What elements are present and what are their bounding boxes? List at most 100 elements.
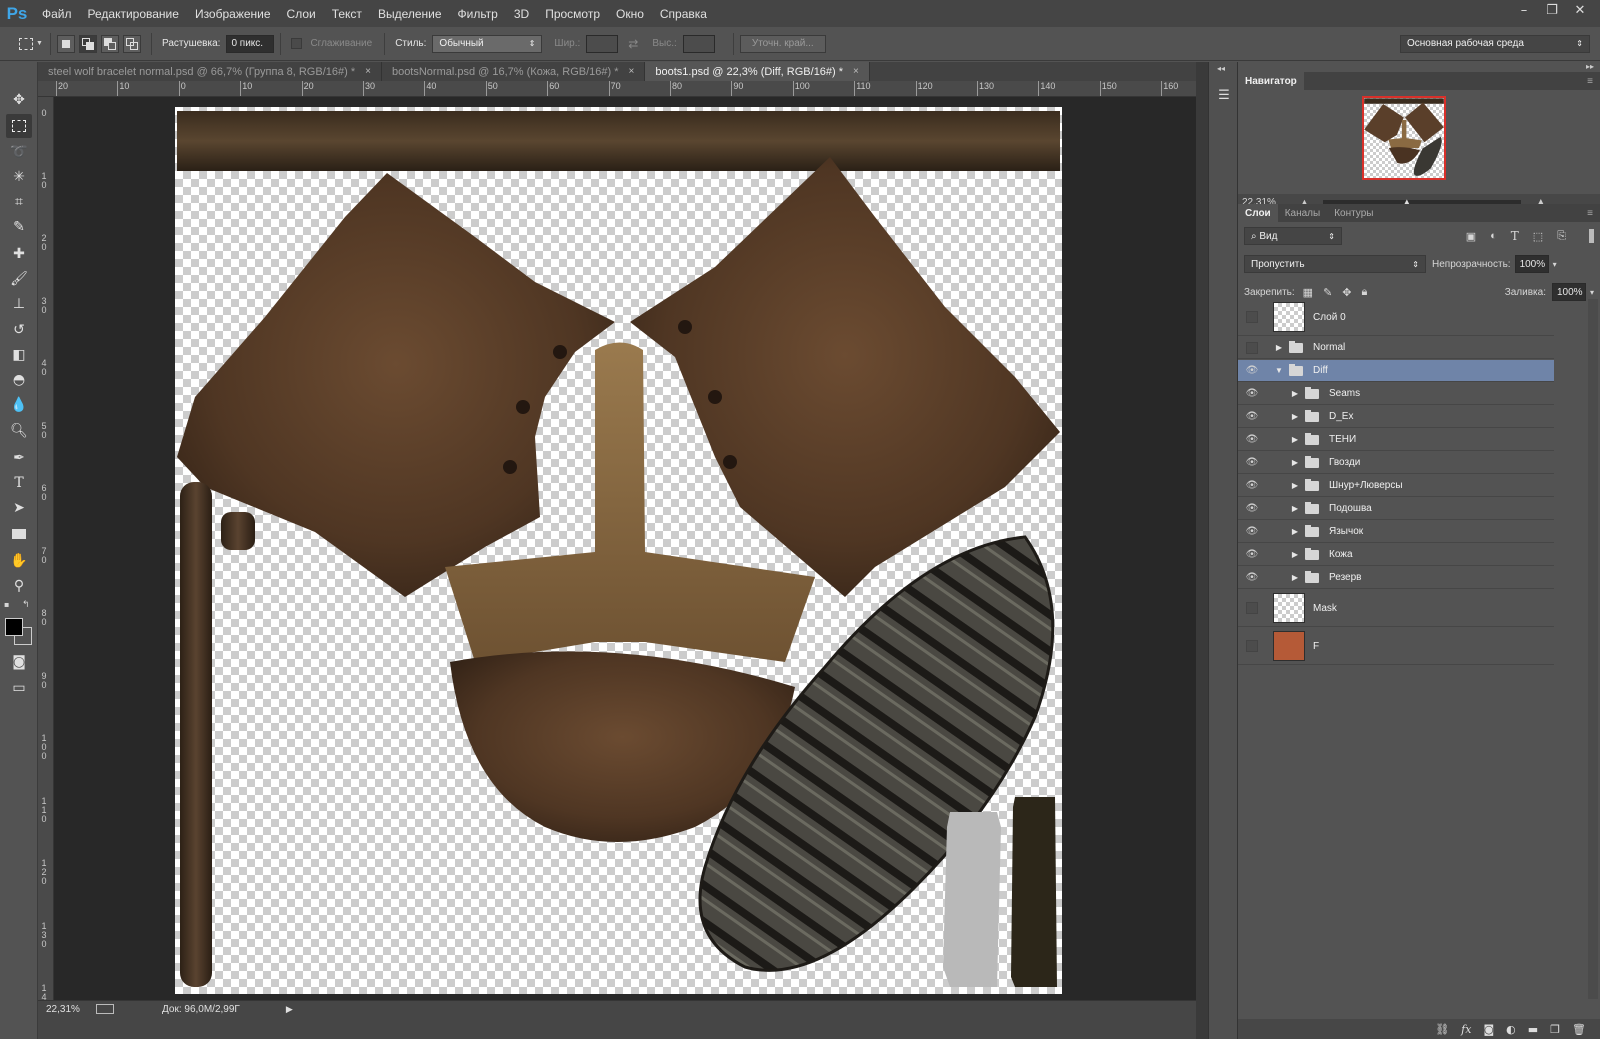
layer-row[interactable]: 👁︎ ▶ Резерв (1238, 567, 1554, 589)
eye-icon[interactable]: 👁︎ (1243, 548, 1261, 562)
status-preview-icon[interactable] (96, 1004, 114, 1014)
swap-dimensions-icon[interactable]: ⇄ (628, 37, 638, 51)
clone-stamp-tool-icon[interactable]: ⊥ (6, 292, 32, 316)
tab-boots1[interactable]: boots1.psd @ 22,3% (Diff, RGB/16#) * × (645, 62, 870, 81)
tab-boots-normal[interactable]: bootsNormal.psd @ 16,7% (Кожа, RGB/16#) … (381, 62, 646, 81)
subtract-from-selection-button[interactable] (101, 34, 119, 53)
layer-row[interactable]: 👁︎ ▶ D_Ex (1238, 406, 1554, 428)
eye-icon[interactable]: 👁︎ (1243, 387, 1261, 401)
add-to-selection-button[interactable] (79, 34, 97, 53)
expand-right-icon[interactable]: ▶ (1289, 504, 1301, 513)
visibility-toggle[interactable] (1246, 640, 1258, 652)
workspace-select[interactable]: Основная рабочая среда ⇕ (1400, 34, 1590, 53)
filter-type-icon[interactable]: T (1511, 229, 1519, 243)
horizontal-ruler[interactable]: 20 10 0 10 20 30 40 50 60 70 80 90 100 110 120 130 140 15… (38, 81, 1196, 97)
chevron-down-icon[interactable]: ▾ (1553, 260, 1557, 269)
layer-row[interactable]: 👁︎ ▼ Diff (1238, 360, 1554, 382)
filter-toggle-icon[interactable] (1589, 229, 1594, 243)
lock-pixels-icon[interactable]: ✎ (1323, 286, 1332, 299)
visibility-toggle[interactable] (1246, 311, 1258, 323)
menu-item[interactable]: Файл (34, 7, 80, 21)
lasso-tool-icon[interactable]: ➰ (6, 140, 32, 164)
filter-adjustment-icon[interactable]: ◐ (1490, 230, 1497, 242)
menu-item[interactable]: Текст (324, 7, 370, 21)
expand-right-icon[interactable]: ▶ (1289, 481, 1301, 490)
expand-right-icon[interactable]: ▶ (1289, 527, 1301, 536)
layer-row[interactable]: 👁︎ ▶ Гвозди (1238, 452, 1554, 474)
magic-wand-tool-icon[interactable]: ✳ (6, 165, 32, 189)
filter-pixel-icon[interactable]: ▣ (1466, 230, 1476, 243)
new-group-icon[interactable]: ▬ (1528, 1023, 1538, 1036)
screen-mode-icon[interactable]: ▭ (6, 676, 32, 700)
status-menu-arrow-icon[interactable]: ▶ (286, 1004, 293, 1015)
dodge-tool-icon[interactable]: 🔍︎ (6, 419, 32, 443)
width-input[interactable] (586, 34, 619, 53)
zoom-tool-icon[interactable]: ⚲ (6, 574, 32, 598)
menu-item[interactable]: 3D (506, 7, 537, 21)
paint-bucket-tool-icon[interactable]: ◓ (6, 368, 32, 392)
layer-style-icon[interactable]: fx (1461, 1023, 1471, 1036)
fill-input[interactable]: 100% (1551, 283, 1586, 301)
expand-down-icon[interactable]: ▼ (1273, 366, 1285, 375)
delete-layer-icon[interactable]: 🗑︎ (1572, 1023, 1586, 1036)
lock-position-icon[interactable]: ✥ (1342, 286, 1351, 299)
layer-row[interactable]: F (1238, 628, 1554, 665)
chevron-down-icon[interactable]: ▾ (1590, 288, 1594, 297)
layer-row[interactable]: 👁︎ ▶ ТЕНИ (1238, 429, 1554, 451)
eye-icon[interactable]: 👁︎ (1243, 502, 1261, 516)
expand-right-icon[interactable]: ▶ (1289, 412, 1301, 421)
lock-all-icon[interactable]: 🔒︎ (1362, 286, 1368, 299)
expand-right-icon[interactable]: ▶ (1289, 573, 1301, 582)
rectangle-tool-icon[interactable] (6, 522, 32, 546)
layer-row[interactable]: Mask (1238, 590, 1554, 627)
adjustment-layer-icon[interactable]: ◐ (1506, 1023, 1516, 1036)
quick-mask-icon[interactable]: ◙ (6, 650, 32, 674)
tab-layers[interactable]: Слои (1238, 204, 1278, 222)
layer-row[interactable]: Слой 0 (1238, 299, 1554, 336)
layer-filter-select[interactable]: ⌕ Вид ⇕ (1244, 227, 1342, 245)
intersect-selection-button[interactable] (123, 34, 141, 53)
crop-tool-icon[interactable]: ⌗ (6, 190, 32, 214)
menu-item[interactable]: Изображение (187, 7, 279, 21)
filter-shape-icon[interactable]: ⬚ (1533, 230, 1543, 243)
eye-icon[interactable]: 👁︎ (1243, 571, 1261, 585)
refine-edge-button[interactable]: Уточн. край... (739, 34, 826, 53)
canvas-area[interactable] (54, 97, 1196, 1000)
eye-icon[interactable]: 👁︎ (1243, 364, 1261, 378)
healing-brush-tool-icon[interactable]: ✚ (6, 242, 32, 266)
close-icon[interactable]: × (365, 66, 371, 77)
expand-panels-icon[interactable]: ▸▸ (1586, 62, 1594, 71)
expand-right-icon[interactable]: ▶ (1273, 343, 1285, 352)
visibility-toggle[interactable] (1246, 341, 1258, 354)
panel-menu-icon[interactable]: ≡ (1580, 204, 1600, 222)
collapse-panels-icon[interactable]: ◂◂ (1217, 64, 1225, 73)
close-icon[interactable]: × (853, 66, 859, 77)
feather-input[interactable]: 0 пикс. (226, 34, 275, 53)
visibility-toggle[interactable] (1246, 602, 1258, 614)
minimize-button[interactable]: – (1510, 0, 1538, 20)
move-tool-icon[interactable]: ✥ (6, 88, 32, 112)
layers-scrollbar[interactable] (1588, 299, 1598, 999)
menu-item[interactable]: Слои (279, 7, 324, 21)
menu-item[interactable]: Окно (608, 7, 652, 21)
expand-right-icon[interactable]: ▶ (1289, 389, 1301, 398)
vertical-ruler[interactable]: 0 10 20 30 40 50 60 70 80 90 100 110 120 130 140 (38, 97, 54, 1000)
close-icon[interactable]: × (629, 66, 635, 77)
menu-item[interactable]: Просмотр (537, 7, 608, 21)
expand-right-icon[interactable]: ▶ (1289, 435, 1301, 444)
brush-tool-icon[interactable]: 🖌 (6, 267, 32, 291)
eye-icon[interactable]: 👁︎ (1243, 433, 1261, 447)
menu-item[interactable]: Фильтр (450, 7, 506, 21)
restore-button[interactable]: ❐ (1538, 0, 1566, 20)
close-button[interactable]: ✕ (1566, 0, 1594, 20)
foreground-color-swatch[interactable] (5, 618, 23, 636)
new-layer-icon[interactable]: ❐ (1550, 1023, 1560, 1036)
layer-row[interactable]: 👁︎ ▶ Язычок (1238, 521, 1554, 543)
pen-tool-icon[interactable]: ✒ (6, 446, 32, 470)
layer-row[interactable]: 👁︎ ▶ Seams (1238, 383, 1554, 405)
link-layers-icon[interactable]: ⛓ (1435, 1023, 1449, 1036)
path-selection-tool-icon[interactable]: ➤ (6, 496, 32, 520)
tab-channels[interactable]: Каналы (1278, 204, 1328, 222)
lock-transparency-icon[interactable]: ▦ (1303, 286, 1313, 299)
tab-navigator[interactable]: Навигатор (1238, 72, 1304, 90)
